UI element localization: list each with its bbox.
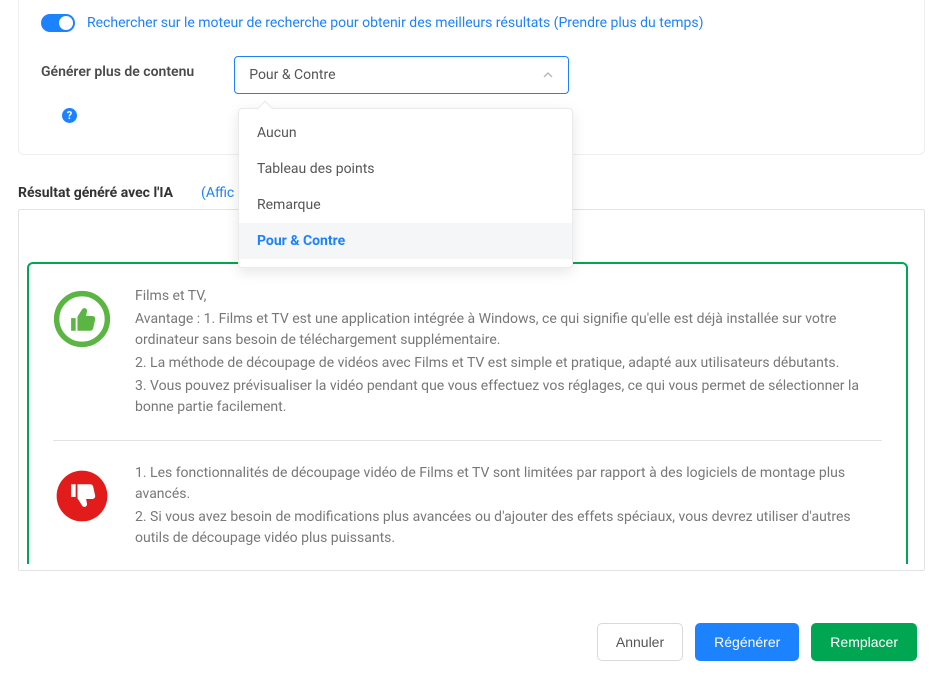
- thumbs-up-icon: [53, 290, 111, 348]
- cons-line: 2. Si vous avez besoin de modifications …: [135, 507, 882, 549]
- dropdown-option-remarque[interactable]: Remarque: [239, 187, 572, 223]
- search-engine-toggle[interactable]: [41, 14, 75, 32]
- generate-more-row: Générer plus de contenu Pour & Contre: [41, 56, 902, 94]
- content-type-dropdown: Aucun Tableau des points Remarque Pour &…: [238, 108, 573, 268]
- cancel-button[interactable]: Annuler: [597, 623, 683, 661]
- result-scroll[interactable]: Films et TV, Avantage : 1. Films et TV e…: [27, 216, 922, 564]
- pros-line: Films et TV,: [135, 286, 882, 307]
- dropdown-option-tableau[interactable]: Tableau des points: [239, 151, 572, 187]
- cons-line: 1. Les fonctionnalités de découpage vidé…: [135, 463, 882, 505]
- pros-cons-panel: Films et TV, Avantage : 1. Films et TV e…: [27, 262, 908, 564]
- thumbs-down-icon: [53, 467, 111, 525]
- pros-section: Films et TV, Avantage : 1. Films et TV e…: [53, 286, 882, 420]
- search-engine-toggle-row: Rechercher sur le moteur de recherche po…: [41, 14, 902, 32]
- content-type-select[interactable]: Pour & Contre: [234, 56, 569, 94]
- cons-text: 1. Les fonctionnalités de découpage vidé…: [135, 463, 882, 551]
- pros-text: Films et TV, Avantage : 1. Films et TV e…: [135, 286, 882, 420]
- content-type-select-wrap: Pour & Contre: [234, 56, 569, 94]
- result-title: Résultat généré avec l'IA: [18, 185, 173, 201]
- content-type-selected: Pour & Contre: [249, 67, 335, 83]
- result-history-link[interactable]: (Affic: [201, 185, 234, 201]
- section-divider: [53, 440, 882, 441]
- generate-more-label: Générer plus de contenu: [41, 56, 194, 80]
- chevron-up-icon: [542, 69, 554, 81]
- help-icon[interactable]: ?: [62, 108, 77, 123]
- toggle-knob: [59, 16, 73, 30]
- replace-button[interactable]: Remplacer: [811, 623, 917, 661]
- regenerate-button[interactable]: Régénérer: [695, 623, 799, 661]
- search-engine-toggle-label: Rechercher sur le moteur de recherche po…: [87, 15, 703, 31]
- pros-line: Avantage : 1. Films et TV est une applic…: [135, 309, 882, 351]
- dropdown-option-aucun[interactable]: Aucun: [239, 115, 572, 151]
- footer-actions: Annuler Régénérer Remplacer: [597, 623, 917, 661]
- pros-line: 3. Vous pouvez prévisualiser la vidéo pe…: [135, 376, 882, 418]
- dropdown-option-pour-contre[interactable]: Pour & Contre: [239, 223, 572, 259]
- pros-line: 2. La méthode de découpage de vidéos ave…: [135, 353, 882, 374]
- cons-section: 1. Les fonctionnalités de découpage vidé…: [53, 463, 882, 551]
